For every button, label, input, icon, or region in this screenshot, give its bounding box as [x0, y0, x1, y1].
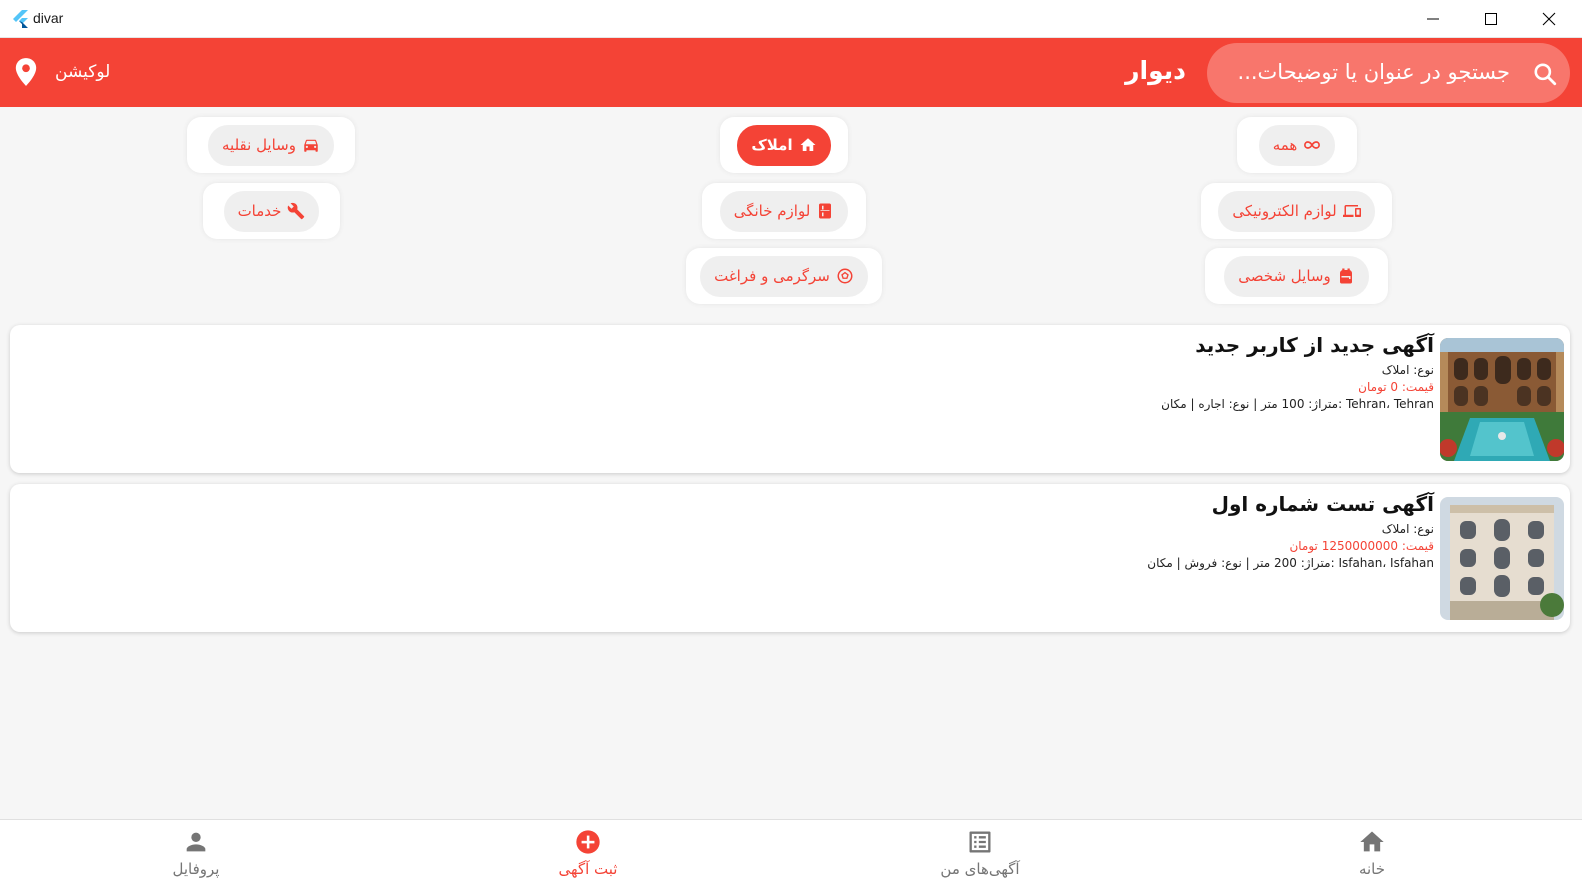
maximize-icon	[1485, 13, 1497, 25]
category-chip-entertainment[interactable]: سرگرمی و فراغت	[700, 255, 868, 297]
listing-title: آگهی تست شماره اول	[1211, 492, 1434, 516]
nav-item-profile[interactable]: پروفایل	[96, 828, 296, 878]
category-label: وسایل شخصی	[1238, 267, 1331, 285]
listing-title: آگهی جدید از کاربر جدید	[1195, 333, 1434, 357]
category-electronics-wrapper: لوازم الکترونیکی	[1201, 183, 1392, 239]
flutter-logo-icon	[13, 10, 28, 28]
wrench-icon	[288, 202, 305, 220]
category-label: همه	[1272, 136, 1298, 154]
listing-price: قیمت: 0 تومان	[1358, 380, 1434, 394]
person-icon	[186, 832, 206, 852]
category-services-wrapper: خدمات	[203, 183, 340, 239]
search-input[interactable]: جستجو در عنوان یا توضیحات...	[1207, 43, 1570, 103]
category-vehicles-wrapper: وسایل نقلیه	[187, 117, 355, 173]
nav-label: خانه	[1358, 860, 1386, 878]
bottom-navigation: خانه آگهی‌های من ثبت آگهی پروفایل	[0, 819, 1582, 892]
maximize-button[interactable]	[1462, 0, 1520, 38]
listing-meta: Tehran، Tehran :متراژ: 100 متر | نوع: اج…	[1161, 397, 1434, 411]
close-icon	[1542, 12, 1556, 26]
app-bar: جستجو در عنوان یا توضیحات... دیوار لوکیش…	[0, 38, 1582, 107]
nav-item-home[interactable]: خانه	[1272, 828, 1472, 878]
category-chip-electronics[interactable]: لوازم الکترونیکی	[1218, 190, 1375, 232]
nav-label: پروفایل	[172, 860, 220, 878]
listing-card[interactable]: آگهی جدید از کاربر جدید نوع: املاک قیمت:…	[10, 325, 1570, 473]
category-label: لوازم الکترونیکی	[1232, 202, 1337, 220]
nav-label: ثبت آگهی	[558, 860, 618, 878]
listing-thumbnail	[1440, 497, 1564, 620]
category-chip-vehicles[interactable]: وسایل نقلیه	[208, 124, 334, 166]
listing-price: قیمت: 1250000000 تومان	[1289, 539, 1434, 553]
category-label: املاک	[751, 136, 793, 154]
listing-type: نوع: املاک	[1381, 363, 1434, 377]
listing-thumbnail	[1440, 338, 1564, 461]
home-icon	[800, 138, 816, 151]
nav-label: آگهی‌های من	[940, 860, 1020, 878]
infinity-icon	[1304, 141, 1321, 149]
courtyard-image	[1440, 338, 1564, 461]
soccer-ball-icon	[837, 268, 853, 284]
brand-title: دیوار	[1125, 56, 1186, 85]
window-title: divar	[33, 10, 64, 26]
location-button[interactable]: لوکیشن	[13, 57, 110, 87]
kitchen-icon	[819, 203, 832, 219]
category-personal-wrapper: وسایل شخصی	[1205, 248, 1388, 304]
category-chip-realestate[interactable]: املاک	[737, 124, 831, 166]
category-label: خدمات	[237, 202, 282, 220]
category-entertainment-wrapper: سرگرمی و فراغت	[686, 248, 882, 304]
category-label: سرگرمی و فراغت	[714, 267, 830, 285]
nav-item-my-ads[interactable]: آگهی‌های من	[880, 828, 1080, 878]
category-label: لوازم خانگی	[733, 202, 811, 220]
category-chip-services[interactable]: خدمات	[223, 190, 320, 232]
category-realestate-wrapper: املاک	[720, 117, 848, 173]
listing-type: نوع: املاک	[1381, 522, 1434, 536]
category-chip-personal[interactable]: وسایل شخصی	[1224, 255, 1369, 297]
devices-icon	[1342, 205, 1361, 217]
close-button[interactable]	[1520, 0, 1578, 38]
category-chip-all[interactable]: همه	[1258, 124, 1336, 166]
home-icon	[1360, 831, 1384, 852]
listing-meta: Isfahan، Isfahan :متراژ: 200 متر | نوع: …	[1147, 556, 1434, 570]
category-home-appliances-wrapper: لوازم خانگی	[702, 183, 866, 239]
backpack-icon	[1339, 268, 1352, 284]
window-titlebar: divar	[0, 0, 1582, 38]
nav-item-post-ad[interactable]: ثبت آگهی	[488, 828, 688, 878]
car-icon	[304, 139, 318, 152]
minimize-button[interactable]	[1404, 0, 1462, 38]
location-pin-icon	[15, 58, 37, 86]
search-icon	[1534, 63, 1557, 86]
category-chip-home-appliances[interactable]: لوازم خانگی	[719, 190, 849, 232]
category-all-wrapper: همه	[1237, 117, 1357, 173]
listing-info: آگهی جدید از کاربر جدید نوع: املاک قیمت:…	[1161, 333, 1434, 411]
location-label: لوکیشن	[55, 62, 111, 82]
list-alt-icon	[969, 831, 991, 853]
add-circle-icon	[576, 830, 600, 854]
listing-info: آگهی تست شماره اول نوع: املاک قیمت: 1250…	[1147, 492, 1434, 570]
minimize-icon	[1427, 18, 1439, 20]
listing-card[interactable]: آگهی تست شماره اول نوع: املاک قیمت: 1250…	[10, 484, 1570, 632]
category-label: وسایل نقلیه	[222, 136, 296, 154]
building-image	[1440, 497, 1564, 620]
search-placeholder: جستجو در عنوان یا توضیحات...	[1237, 60, 1510, 84]
